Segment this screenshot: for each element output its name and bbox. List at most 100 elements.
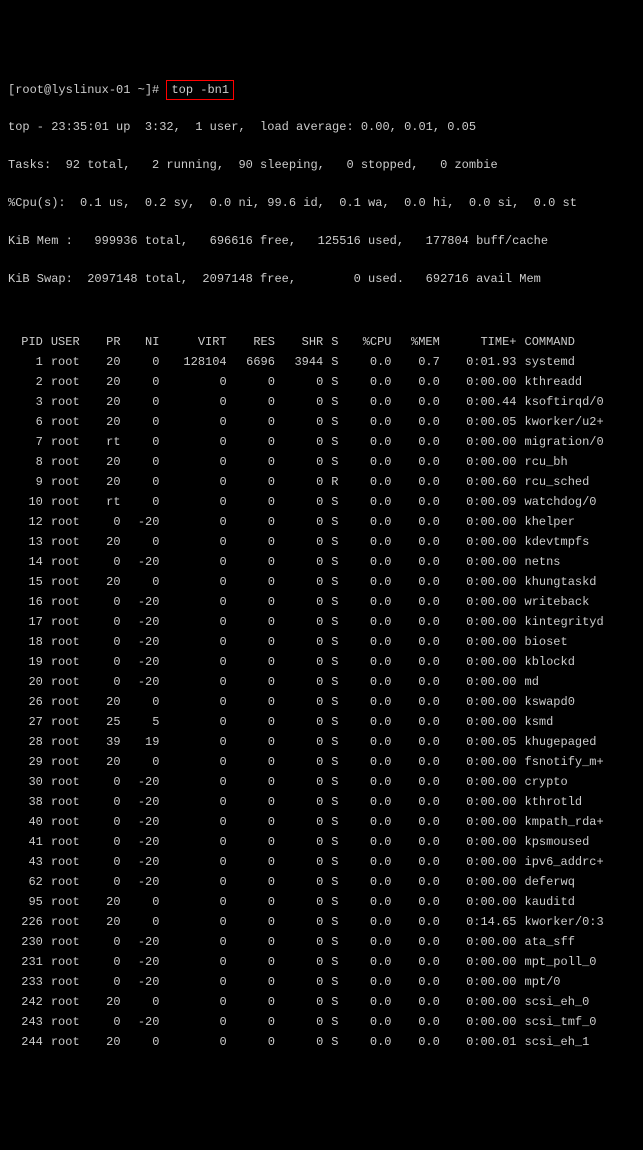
- cell-pr: 0: [95, 792, 124, 812]
- cell-cmd: khungtaskd: [521, 572, 636, 592]
- cell-cmd: systemd: [521, 352, 636, 372]
- cell-pr: 0: [95, 672, 124, 692]
- cell-cmd: kworker/0:3: [521, 912, 636, 932]
- cell-mem: 0.0: [396, 512, 444, 532]
- cell-time: 0:00.00: [444, 592, 521, 612]
- cell-cmd: khugepaged: [521, 732, 636, 752]
- cell-virt: 128104: [163, 352, 230, 372]
- cell-virt: 0: [163, 872, 230, 892]
- cell-cpu: 0.0: [347, 392, 395, 412]
- cell-pid: 27: [8, 712, 47, 732]
- cell-mem: 0.0: [396, 412, 444, 432]
- cell-cmd: khelper: [521, 512, 636, 532]
- cell-pr: 0: [95, 1012, 124, 1032]
- cell-cpu: 0.0: [347, 792, 395, 812]
- cell-ni: 0: [125, 572, 164, 592]
- cell-cpu: 0.0: [347, 412, 395, 432]
- cell-cpu: 0.0: [347, 812, 395, 832]
- cell-mem: 0.0: [396, 1012, 444, 1032]
- cell-ni: 0: [125, 532, 164, 552]
- cell-ni: -20: [125, 852, 164, 872]
- top-summary-line5: KiB Swap: 2097148 total, 2097148 free, 0…: [8, 270, 635, 288]
- top-summary-line3: %Cpu(s): 0.1 us, 0.2 sy, 0.0 ni, 99.6 id…: [8, 194, 635, 212]
- cell-cmd: ksoftirqd/0: [521, 392, 636, 412]
- cell-time: 0:00.00: [444, 432, 521, 452]
- cell-shr: 0: [279, 872, 327, 892]
- cell-ni: -20: [125, 772, 164, 792]
- cell-mem: 0.0: [396, 992, 444, 1012]
- cell-virt: 0: [163, 432, 230, 452]
- cell-cmd: ata_sff: [521, 932, 636, 952]
- cell-time: 0:00.00: [444, 672, 521, 692]
- cell-time: 0:00.00: [444, 792, 521, 812]
- cell-cpu: 0.0: [347, 752, 395, 772]
- cell-res: 0: [231, 872, 279, 892]
- cell-s: S: [327, 592, 347, 612]
- cell-res: 0: [231, 692, 279, 712]
- cell-cpu: 0.0: [347, 1032, 395, 1052]
- cell-time: 0:00.00: [444, 712, 521, 732]
- cell-ni: 19: [125, 732, 164, 752]
- cell-pr: 20: [95, 912, 124, 932]
- cell-mem: 0.0: [396, 732, 444, 752]
- cell-res: 0: [231, 452, 279, 472]
- cell-cmd: kworker/u2+: [521, 412, 636, 432]
- shell-prompt[interactable]: [root@lyslinux-01 ~]# top -bn1: [8, 80, 635, 100]
- cell-virt: 0: [163, 572, 230, 592]
- cell-cpu: 0.0: [347, 352, 395, 372]
- cell-shr: 0: [279, 772, 327, 792]
- cell-shr: 0: [279, 852, 327, 872]
- cell-virt: 0: [163, 612, 230, 632]
- cell-res: 0: [231, 592, 279, 612]
- cell-cpu: 0.0: [347, 712, 395, 732]
- cell-shr: 3944: [279, 352, 327, 372]
- cell-shr: 0: [279, 892, 327, 912]
- top-summary-line2: Tasks: 92 total, 2 running, 90 sleeping,…: [8, 156, 635, 174]
- table-row: 7rootrt0000S0.00.00:00.00migration/0: [8, 432, 635, 452]
- cell-cmd: kswapd0: [521, 692, 636, 712]
- cell-res: 0: [231, 892, 279, 912]
- cell-res: 0: [231, 492, 279, 512]
- cell-time: 0:00.00: [444, 1012, 521, 1032]
- cell-ni: -20: [125, 592, 164, 612]
- cell-shr: 0: [279, 912, 327, 932]
- cell-cmd: kdevtmpfs: [521, 532, 636, 552]
- cell-cpu: 0.0: [347, 372, 395, 392]
- table-row: 26root200000S0.00.00:00.00kswapd0: [8, 692, 635, 712]
- cell-res: 0: [231, 932, 279, 952]
- table-row: 29root200000S0.00.00:00.00fsnotify_m+: [8, 752, 635, 772]
- cell-res: 0: [231, 652, 279, 672]
- cell-shr: 0: [279, 692, 327, 712]
- cell-mem: 0.0: [396, 692, 444, 712]
- table-row: 2root200000S0.00.00:00.00kthreadd: [8, 372, 635, 392]
- cell-virt: 0: [163, 552, 230, 572]
- cell-mem: 0.0: [396, 712, 444, 732]
- cell-pr: 0: [95, 952, 124, 972]
- cell-virt: 0: [163, 372, 230, 392]
- cell-user: root: [47, 472, 95, 492]
- cell-pr: 0: [95, 612, 124, 632]
- col-pid: PID: [8, 332, 47, 352]
- cell-time: 0:00.00: [444, 972, 521, 992]
- cell-pid: 12: [8, 512, 47, 532]
- cell-mem: 0.0: [396, 852, 444, 872]
- cell-virt: 0: [163, 652, 230, 672]
- cell-cmd: md: [521, 672, 636, 692]
- cell-pid: 13: [8, 532, 47, 552]
- cell-res: 0: [231, 372, 279, 392]
- cell-pr: 25: [95, 712, 124, 732]
- cell-s: S: [327, 352, 347, 372]
- cell-pr: 20: [95, 472, 124, 492]
- cell-s: S: [327, 712, 347, 732]
- cell-mem: 0.0: [396, 792, 444, 812]
- cell-mem: 0.0: [396, 552, 444, 572]
- cell-cpu: 0.0: [347, 512, 395, 532]
- cell-s: S: [327, 612, 347, 632]
- cell-cmd: scsi_eh_1: [521, 1032, 636, 1052]
- col-res: RES: [231, 332, 279, 352]
- cell-pr: 0: [95, 652, 124, 672]
- cell-s: S: [327, 812, 347, 832]
- cell-virt: 0: [163, 452, 230, 472]
- table-row: 233root0-20000S0.00.00:00.00mpt/0: [8, 972, 635, 992]
- cell-ni: -20: [125, 952, 164, 972]
